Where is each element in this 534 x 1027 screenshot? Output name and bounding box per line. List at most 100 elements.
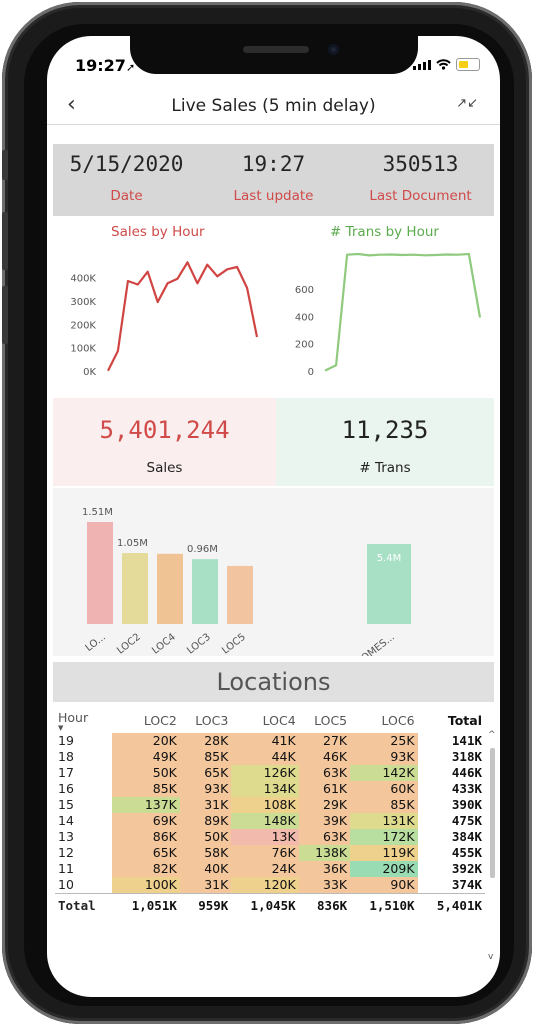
matrix-cell[interactable]: 36K: [298, 861, 351, 877]
scrollbar-thumb[interactable]: [490, 748, 495, 878]
matrix-cell[interactable]: 76K: [231, 845, 299, 861]
matrix-cell[interactable]: 134K: [231, 781, 299, 797]
table-row[interactable]: 15 137K 31K 108K 29K 85K 390K: [55, 797, 485, 813]
matrix-cell[interactable]: 85K: [112, 781, 180, 797]
matrix-cell[interactable]: 50K: [179, 829, 232, 845]
matrix-cell[interactable]: 89K: [179, 813, 232, 829]
matrix-cell[interactable]: 100K: [112, 877, 180, 894]
col-header-loc3[interactable]: LOC3: [180, 708, 231, 733]
matrix-cell[interactable]: 58K: [179, 845, 232, 861]
matrix-cell[interactable]: 24K: [231, 861, 299, 877]
phone-frame: 19:27➚ ‹ Live Sales (5 min delay) ↗↙ 5/1…: [2, 2, 532, 1024]
matrix-cell[interactable]: 82K: [112, 861, 180, 877]
matrix-cell[interactable]: 90K: [350, 877, 418, 894]
table-row[interactable]: 10 100K 31K 120K 33K 90K 374K: [55, 877, 485, 894]
collapse-icon[interactable]: ↗↙: [456, 96, 478, 111]
row-hour: 10: [58, 877, 74, 892]
trans-by-hour-chart[interactable]: 600 400 200 0: [273, 242, 495, 388]
matrix-cell[interactable]: 85K: [179, 749, 232, 765]
row-hour: 12: [58, 845, 74, 860]
sort-desc-icon[interactable]: ▼: [58, 725, 109, 732]
matrix-cell[interactable]: 33K: [298, 877, 351, 894]
matrix-cell[interactable]: 209K: [350, 861, 418, 877]
col-header-loc5[interactable]: LOC5: [299, 708, 350, 733]
scroll-up-icon[interactable]: ^: [488, 730, 496, 740]
table-row[interactable]: 19 20K 28K 41K 27K 25K 141K: [55, 733, 485, 749]
matrix-cell[interactable]: 172K: [350, 829, 418, 845]
matrix-cell[interactable]: 120K: [231, 877, 299, 894]
matrix-cell[interactable]: 131K: [350, 813, 418, 829]
location-sales-bar-chart[interactable]: LO... 1.51M LOC2 1.05M LOC4 LOC3 0.96M LOC5 5.4M…: [53, 488, 494, 669]
bar[interactable]: [192, 559, 218, 624]
status-icons: [413, 58, 480, 71]
matrix-cell[interactable]: 60K: [350, 781, 418, 797]
mute-switch: [2, 150, 8, 180]
table-row[interactable]: 18 49K 85K 44K 46K 93K 318K: [55, 749, 485, 765]
matrix-cell[interactable]: 49K: [112, 749, 180, 765]
matrix-cell[interactable]: 61K: [298, 781, 351, 797]
locations-matrix[interactable]: Hour ▼ LOC2 LOC3 LOC4 LOC5 LOC6 Total 19 2…: [55, 708, 485, 918]
matrix-cell[interactable]: 63K: [298, 765, 351, 781]
table-row[interactable]: 12 65K 58K 76K 138K 119K 455K: [55, 845, 485, 861]
series-line[interactable]: [107, 261, 259, 372]
bar[interactable]: [87, 522, 113, 624]
matrix-cell[interactable]: 142K: [350, 765, 418, 781]
col-header-loc2[interactable]: LOC2: [112, 708, 179, 733]
col-header-hour[interactable]: Hour ▼: [55, 708, 112, 733]
matrix-cell[interactable]: 63K: [298, 829, 351, 845]
matrix-cell[interactable]: 40K: [179, 861, 232, 877]
matrix-cell[interactable]: 28K: [179, 733, 232, 749]
matrix-cell[interactable]: 50K: [112, 765, 180, 781]
col-header-total[interactable]: Total: [418, 708, 485, 733]
matrix-cell[interactable]: 126K: [231, 765, 299, 781]
table-row[interactable]: 11 82K 40K 24K 36K 209K 392K: [55, 861, 485, 877]
kpi-last-document-label: Last Document: [369, 188, 472, 204]
sales-card[interactable]: 5,401,244 Sales: [53, 398, 276, 486]
row-total: 392K: [451, 861, 482, 876]
series-line[interactable]: [324, 252, 482, 372]
sales-by-hour-chart[interactable]: 400K 300K 200K 100K 0K: [47, 242, 273, 388]
matrix-cell[interactable]: 85K: [350, 797, 418, 813]
matrix-cell[interactable]: 65K: [112, 845, 180, 861]
bar[interactable]: [227, 565, 253, 624]
matrix-cell[interactable]: 31K: [179, 877, 232, 894]
matrix-cell[interactable]: 31K: [179, 797, 232, 813]
matrix-cell[interactable]: 108K: [231, 797, 299, 813]
matrix-cell[interactable]: 138K: [298, 845, 351, 861]
table-row[interactable]: 14 69K 89K 148K 39K 131K 475K: [55, 813, 485, 829]
category-label: LO...: [84, 632, 108, 654]
signal-icon: [413, 59, 431, 70]
matrix-cell[interactable]: 65K: [179, 765, 232, 781]
matrix-cell[interactable]: 148K: [231, 813, 299, 829]
matrix-cell[interactable]: 13K: [231, 829, 299, 845]
matrix-cell[interactable]: 29K: [298, 797, 351, 813]
data-label: 1.05M: [117, 538, 148, 549]
matrix-cell[interactable]: 41K: [231, 733, 299, 749]
matrix-cell[interactable]: 69K: [112, 813, 180, 829]
row-total: 374K: [451, 877, 482, 892]
total-grand: 5,401K: [417, 893, 485, 918]
col-header-loc4[interactable]: LOC4: [231, 708, 298, 733]
matrix-cell[interactable]: 93K: [179, 781, 232, 797]
row-total: 384K: [451, 829, 482, 844]
category-label: DOMES...: [354, 632, 397, 656]
col-header-loc6[interactable]: LOC6: [350, 708, 417, 733]
matrix-scrollbar[interactable]: ^ v: [488, 730, 497, 965]
table-row[interactable]: 17 50K 65K 126K 63K 142K 446K: [55, 765, 485, 781]
matrix-cell[interactable]: 27K: [298, 733, 351, 749]
matrix-cell[interactable]: 86K: [112, 829, 180, 845]
trans-card[interactable]: 11,235 # Trans: [276, 398, 494, 486]
matrix-cell[interactable]: 20K: [112, 733, 180, 749]
matrix-cell[interactable]: 137K: [112, 797, 180, 813]
table-row[interactable]: 13 86K 50K 13K 63K 172K 384K: [55, 829, 485, 845]
matrix-cell[interactable]: 93K: [350, 749, 418, 765]
matrix-cell[interactable]: 39K: [298, 813, 351, 829]
bar[interactable]: [122, 553, 148, 624]
matrix-cell[interactable]: 44K: [231, 749, 299, 765]
bar[interactable]: [157, 553, 183, 624]
matrix-cell[interactable]: 119K: [350, 845, 418, 861]
matrix-cell[interactable]: 46K: [298, 749, 351, 765]
table-row[interactable]: 16 85K 93K 134K 61K 60K 433K: [55, 781, 485, 797]
matrix-cell[interactable]: 25K: [350, 733, 418, 749]
scroll-down-icon[interactable]: v: [488, 952, 493, 962]
